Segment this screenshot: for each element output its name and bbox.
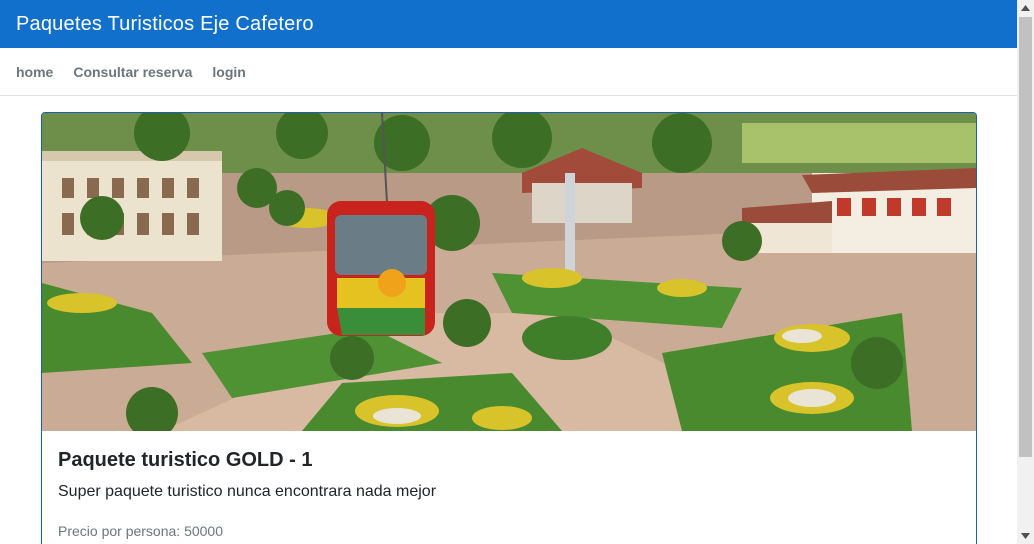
vertical-scrollbar[interactable] (1017, 0, 1034, 544)
package-price: Precio por persona: 50000 (58, 523, 223, 539)
package-photo (42, 113, 976, 431)
brand-title[interactable]: Paquetes Turisticos Eje Cafetero (16, 13, 314, 36)
scroll-up-arrow-icon[interactable] (1017, 0, 1034, 16)
scroll-down-arrow-icon[interactable] (1017, 528, 1034, 544)
scroll-thumb[interactable] (1019, 17, 1032, 457)
app-header: Paquetes Turisticos Eje Cafetero (0, 0, 1017, 48)
nav-consultar-reserva-link[interactable]: Consultar reserva (73, 64, 192, 80)
nav-home-link[interactable]: home (16, 64, 53, 80)
nav-login-link[interactable]: login (212, 64, 245, 80)
package-card: Paquete turistico GOLD - 1 Super paquete… (41, 112, 977, 544)
package-title: Paquete turistico GOLD - 1 (58, 449, 313, 471)
package-card-body: Paquete turistico GOLD - 1 Super paquete… (42, 431, 976, 544)
package-description: Super paquete turistico nunca encontrara… (58, 483, 437, 500)
main-nav: home Consultar reserva login (0, 48, 1017, 96)
